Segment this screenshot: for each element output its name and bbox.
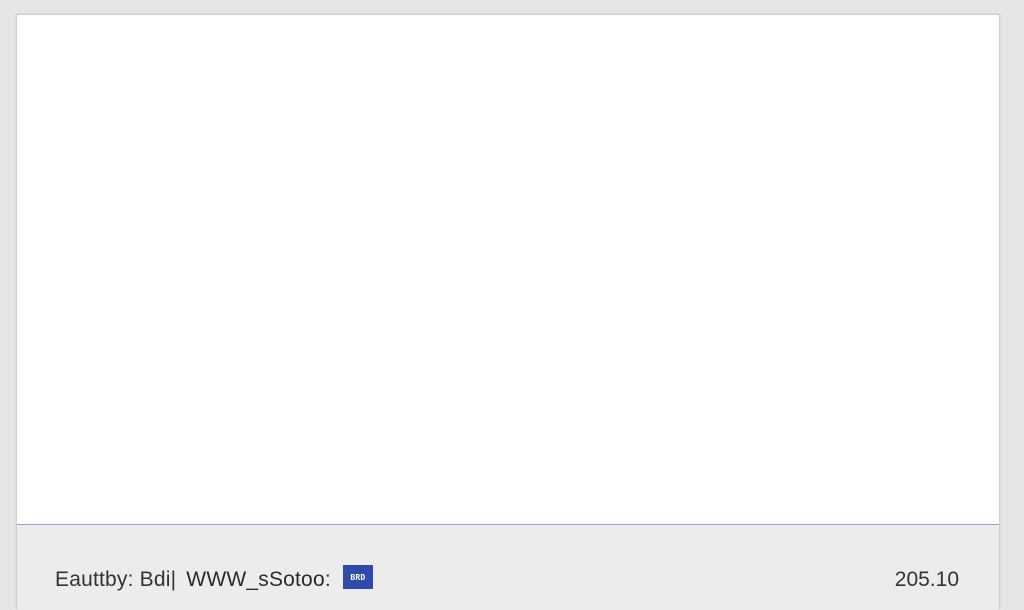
status-bar-left: Eauttby: Bdi| WWW_sSotoo: BRD <box>55 565 373 592</box>
status-url-link[interactable]: WWW_sSotoo: <box>186 568 331 592</box>
viewer-frame: Eauttby: Bdi| WWW_sSotoo: BRD 205.10 <box>16 14 1000 610</box>
blank-content-area <box>17 15 999 524</box>
brand-logo-icon: BRD <box>342 565 373 589</box>
status-caption: Eauttby: Bdi| <box>55 568 177 591</box>
status-bar: Eauttby: Bdi| WWW_sSotoo: BRD 205.10 <box>17 524 999 610</box>
status-right-value: 205.10 <box>894 568 959 591</box>
